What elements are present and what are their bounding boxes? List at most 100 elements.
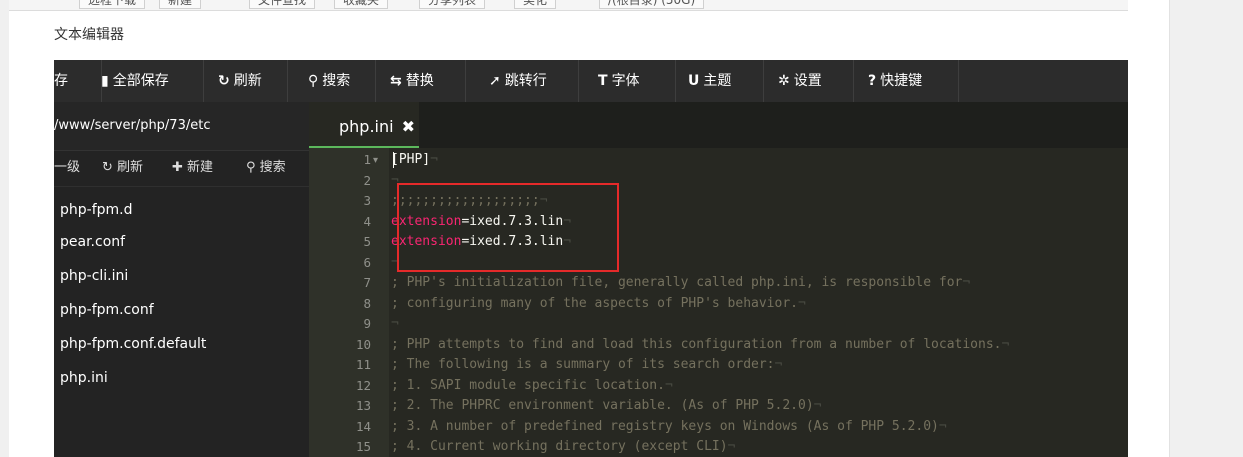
- tree-search-button[interactable]: ⚲ 搜索: [246, 150, 286, 186]
- refresh-label: 刷新: [233, 73, 262, 89]
- tab-beautify[interactable]: 美化: [514, 0, 557, 9]
- eol-marker-icon: ¬: [664, 377, 673, 393]
- replace-label: 替换: [405, 73, 434, 89]
- search-button[interactable]: ⚲ 搜索: [294, 60, 376, 102]
- theme-button[interactable]: U 主题: [674, 60, 764, 102]
- fold-arrow-icon[interactable]: ▾: [373, 155, 378, 166]
- code-line: ; 1. SAPI module specific location.¬: [391, 376, 673, 396]
- goto-line-button[interactable]: ➚ 跳转行: [475, 60, 579, 102]
- save-all-button[interactable]: ▮ 全部保存: [87, 60, 204, 102]
- font-icon: T: [598, 73, 608, 89]
- top-tab-strip: 远程下载 新建 文件查找 收藏夹 分享列表 美化 /(根目录) (50G): [9, 0, 1128, 11]
- line-number: 1: [363, 152, 371, 167]
- code-line: ; PHP's initialization file, generally c…: [391, 273, 970, 293]
- code-text: ; configuring many of the aspects of PHP…: [391, 295, 798, 311]
- close-icon[interactable]: ✖: [402, 117, 415, 136]
- font-button[interactable]: T 字体: [584, 60, 676, 102]
- shortcuts-button[interactable]: ? 快捷键: [854, 60, 959, 102]
- line-number: 4: [363, 213, 371, 229]
- save-all-label: 全部保存: [112, 73, 169, 89]
- replace-button[interactable]: ⇆ 替换: [376, 60, 466, 102]
- eol-marker-icon: ¬: [938, 418, 947, 434]
- file-item[interactable]: php-fpm.conf: [60, 302, 154, 318]
- file-item[interactable]: php-fpm.d: [60, 202, 133, 218]
- code-line: ; 2. The PHPRC environment variable. (As…: [391, 396, 821, 416]
- eol-marker-icon: ¬: [430, 152, 438, 167]
- line-number: 9: [363, 316, 371, 331]
- settings-button[interactable]: ✲ 设置: [764, 60, 854, 102]
- code-line: ; configuring many of the aspects of PHP…: [391, 294, 806, 314]
- code-line: ¬: [391, 314, 399, 334]
- gear-icon: ✲: [778, 73, 790, 89]
- line-number: 13: [355, 398, 371, 413]
- eol-marker-icon: ¬: [813, 398, 822, 413]
- search-icon: ⚲: [308, 73, 319, 89]
- save-all-icon: ▮: [101, 73, 109, 89]
- file-item[interactable]: pear.conf: [60, 234, 125, 250]
- font-label: 字体: [611, 73, 640, 89]
- eol-marker-icon: ¬: [391, 316, 399, 331]
- editor-tab-bar: php.ini ✖: [309, 102, 1128, 148]
- settings-label: 设置: [793, 73, 822, 89]
- current-path: /www/server/php/73/etc: [54, 102, 309, 151]
- file-tree: /www/server/php/73/etc 一级 ↻ 刷新 ✚ 新建 ⚲ 搜索…: [54, 102, 309, 457]
- file-item[interactable]: php.ini: [60, 370, 108, 386]
- line-number: 3: [363, 193, 371, 208]
- code-text: [PHP]: [391, 152, 431, 167]
- code-text: ; 2. The PHPRC environment variable. (As…: [391, 398, 814, 413]
- file-item[interactable]: php-fpm.conf.default: [60, 336, 206, 352]
- tree-search-label: 搜索: [259, 160, 286, 175]
- code-line: [PHP]¬: [391, 150, 438, 170]
- code-text: ; PHP attempts to find and load this con…: [391, 336, 1002, 352]
- tab-new[interactable]: 新建: [159, 0, 202, 9]
- tree-refresh-button[interactable]: ↻ 刷新: [102, 150, 143, 186]
- tab-share-list[interactable]: 分享列表: [419, 0, 486, 9]
- tree-new-button[interactable]: ✚ 新建: [172, 150, 213, 186]
- left-edge: [0, 0, 9, 457]
- line-number: 11: [355, 357, 371, 372]
- code-line: ; 4. Current working directory (except C…: [391, 437, 735, 457]
- code-text: ; PHP's initialization file, generally c…: [391, 275, 963, 290]
- tab-label: php.ini: [339, 117, 394, 136]
- tab-file-find[interactable]: 文件查找: [249, 0, 316, 9]
- line-number: 10: [355, 336, 371, 352]
- code-line: ; PHP attempts to find and load this con…: [391, 335, 1009, 355]
- code-text: ; The following is a summary of its sear…: [391, 357, 775, 372]
- line-number: 14: [355, 418, 371, 434]
- tab-php-ini[interactable]: php.ini ✖: [309, 102, 419, 148]
- refresh-icon: ↻: [102, 160, 118, 175]
- dialog-title: 文本编辑器: [54, 27, 124, 43]
- tree-new-label: 新建: [187, 160, 214, 175]
- theme-label: 主题: [703, 73, 732, 89]
- eol-marker-icon: ¬: [962, 275, 971, 290]
- highlight-annotation-box: [397, 183, 619, 272]
- tab-favorites[interactable]: 收藏夹: [334, 0, 389, 9]
- plus-icon: ✚: [172, 160, 188, 175]
- refresh-icon: ↻: [218, 73, 230, 89]
- line-number: 7: [363, 275, 371, 290]
- eol-marker-icon: ¬: [798, 295, 806, 311]
- tree-up-button[interactable]: 一级: [54, 150, 80, 186]
- line-number: 2: [363, 172, 371, 188]
- eol-marker-icon: ¬: [1001, 336, 1010, 352]
- shortcuts-label: 快捷键: [880, 73, 923, 89]
- replace-icon: ⇆: [390, 73, 402, 89]
- tree-refresh-label: 刷新: [117, 160, 144, 175]
- goto-line-label: 跳转行: [504, 73, 547, 89]
- file-item[interactable]: php-cli.ini: [60, 268, 128, 284]
- right-side-panel: [1169, 0, 1243, 457]
- tab-root-dir[interactable]: /(根目录) (50G): [599, 0, 705, 9]
- code-text: ; 3. A number of predefined registry key…: [391, 418, 939, 434]
- search-icon: ⚲: [246, 160, 260, 175]
- line-number: 8: [363, 295, 371, 311]
- theme-icon: U: [688, 73, 700, 89]
- line-number: 5: [363, 234, 371, 249]
- line-number: 6: [363, 254, 371, 270]
- search-label: 搜索: [322, 73, 351, 89]
- code-editor[interactable]: php.ini ✖ 1 ▾ [PHP]¬ 2 ¬ 3 ;;;;;;;;;;;;;;;;;;;¬…: [309, 102, 1128, 457]
- eol-marker-icon: ¬: [774, 357, 783, 372]
- refresh-button[interactable]: ↻ 刷新: [204, 60, 288, 102]
- goto-line-icon: ➚: [489, 73, 501, 89]
- tab-remote-download[interactable]: 远程下载: [79, 0, 146, 9]
- eol-marker-icon: ¬: [727, 439, 736, 454]
